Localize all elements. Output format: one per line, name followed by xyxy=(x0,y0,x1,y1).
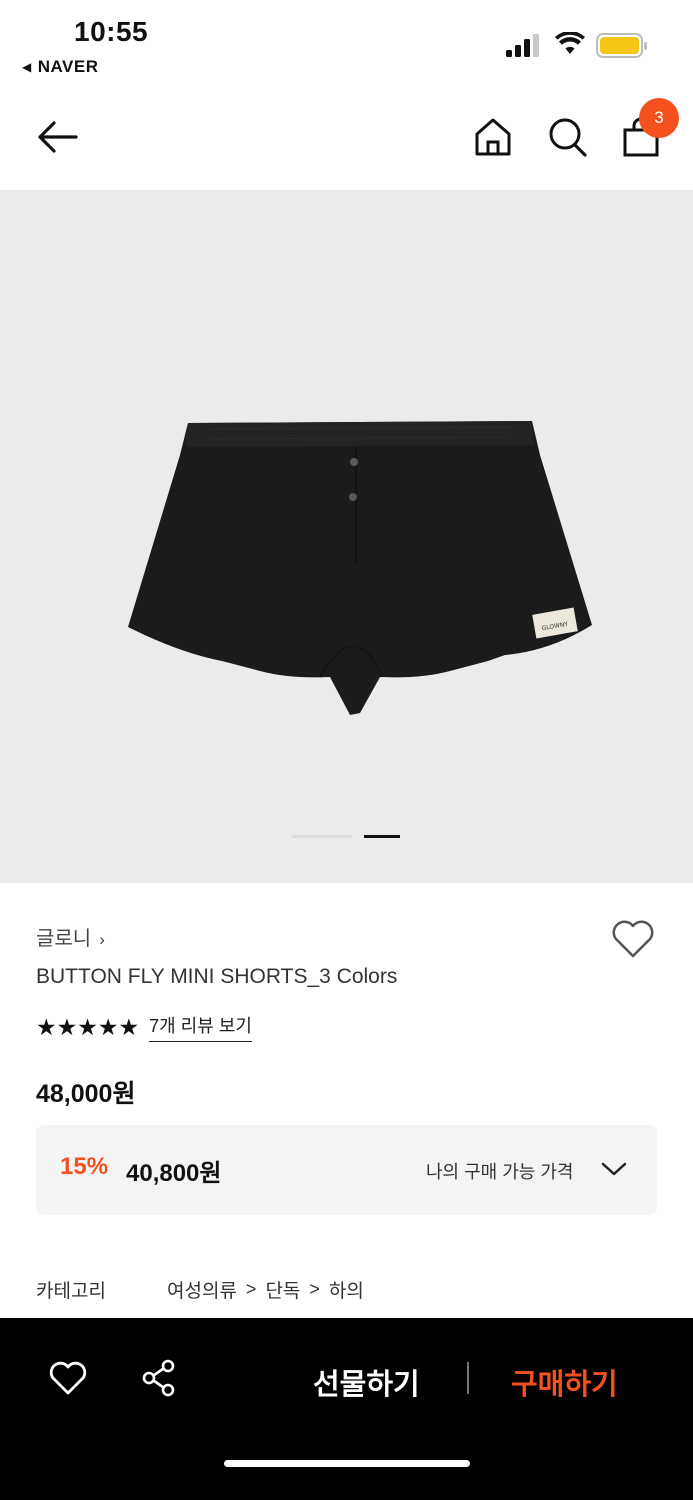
category-breadcrumb: 여성의류 > 단독 > 하의 xyxy=(167,1276,364,1303)
discount-price-box[interactable]: 15% 40,800원 나의 구매 가능 가격 xyxy=(36,1125,657,1215)
category-item[interactable]: 단독 xyxy=(265,1276,300,1303)
chevron-right-icon: > xyxy=(309,1279,320,1299)
buy-button[interactable]: 구매하기 xyxy=(511,1361,618,1403)
rating-row: ★★★★★ 7개 리뷰 보기 xyxy=(36,1012,252,1042)
carousel-dot-active[interactable] xyxy=(364,835,400,838)
share-icon[interactable] xyxy=(140,1358,178,1398)
bottom-action-bar: 선물하기 구매하기 xyxy=(0,1318,693,1500)
clock: 10:55 xyxy=(74,16,149,47)
heart-icon[interactable] xyxy=(610,918,656,960)
status-bar: 10:55 ◀ NAVER xyxy=(0,0,693,90)
category-label: 카테고리 xyxy=(36,1281,106,1302)
cellular-signal-icon xyxy=(506,34,539,57)
sale-price: 40,800원 xyxy=(126,1160,222,1187)
product-image: GLOWNY xyxy=(128,421,592,715)
back-arrow-icon[interactable] xyxy=(32,115,82,159)
home-icon[interactable] xyxy=(472,115,514,159)
back-to-app-link[interactable]: ◀ NAVER xyxy=(22,57,98,77)
carousel-indicator xyxy=(0,835,693,839)
battery-icon xyxy=(596,33,647,58)
cart-count-badge: 3 xyxy=(639,98,679,138)
gift-button[interactable]: 선물하기 xyxy=(313,1361,420,1403)
chevron-right-icon: › xyxy=(99,930,105,949)
review-link[interactable]: 7개 리뷰 보기 xyxy=(149,1012,252,1042)
product-image-carousel[interactable]: GLOWNY xyxy=(0,190,693,883)
home-indicator[interactable] xyxy=(224,1460,470,1467)
wifi-icon xyxy=(555,32,585,54)
brand-name: 글로니 xyxy=(36,928,92,950)
star-rating: ★★★★★ xyxy=(36,1013,140,1040)
category-item[interactable]: 하의 xyxy=(329,1276,364,1303)
chevron-right-icon: > xyxy=(245,1279,257,1299)
chevron-down-icon xyxy=(601,1162,627,1176)
back-app-label: NAVER xyxy=(37,57,99,76)
discount-rate: 15% xyxy=(60,1153,109,1180)
my-price-label: 나의 구매 가능 가격 xyxy=(426,1162,574,1182)
product-name: BUTTON FLY MINI SHORTS_3 Colors xyxy=(36,965,398,988)
carousel-dot[interactable] xyxy=(292,835,352,838)
top-navigation xyxy=(0,95,693,190)
brand-link[interactable]: 글로니 › xyxy=(36,922,105,951)
search-icon[interactable] xyxy=(546,115,588,159)
back-triangle-icon: ◀ xyxy=(22,60,32,74)
original-price: 48,000원 xyxy=(36,1080,136,1108)
category-item[interactable]: 여성의류 xyxy=(167,1276,237,1303)
heart-icon[interactable] xyxy=(48,1360,88,1396)
divider xyxy=(467,1362,469,1394)
